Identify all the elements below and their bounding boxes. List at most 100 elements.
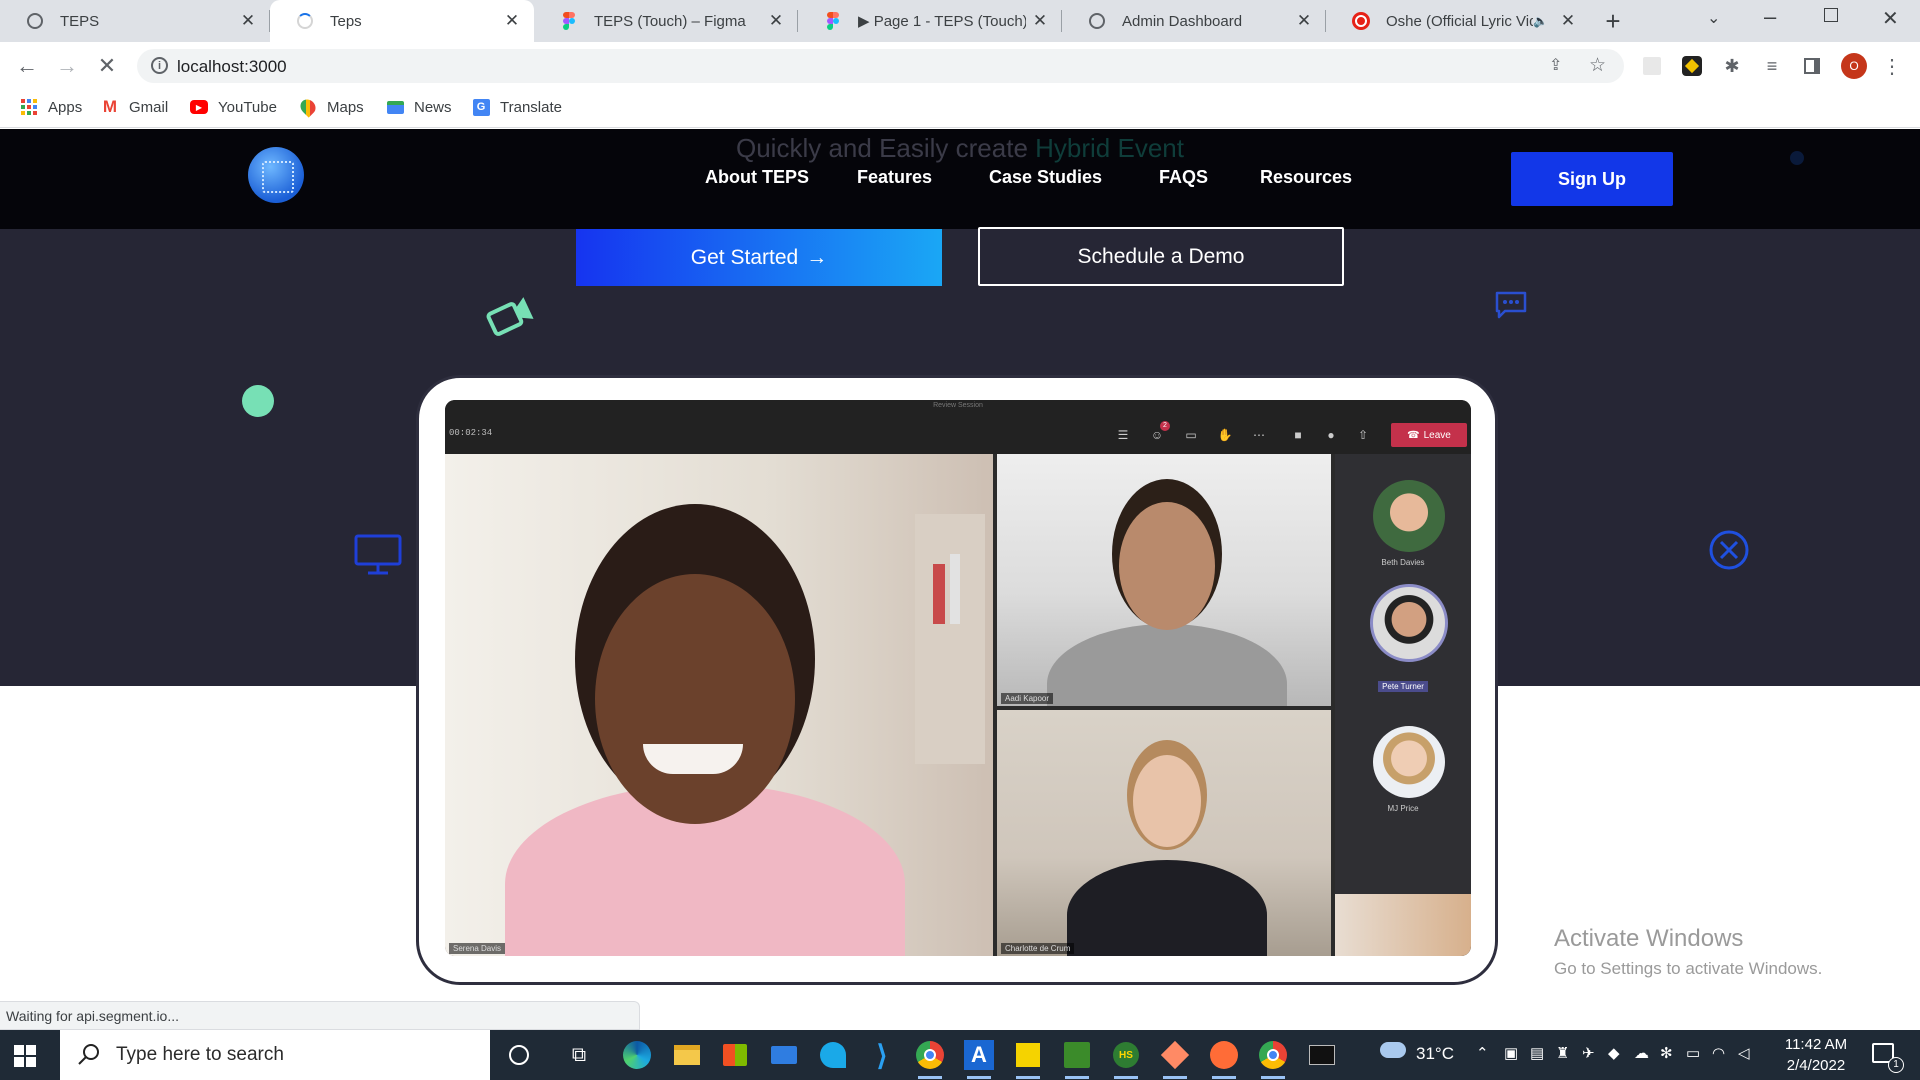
url-text[interactable]: localhost:3000 (177, 57, 287, 77)
signup-button[interactable]: Sign Up (1511, 152, 1673, 206)
taskbar-clock[interactable]: 11:42 AM 2/4/2022 (1760, 1034, 1872, 1076)
leave-call-button[interactable]: ☎ Leave (1391, 423, 1467, 447)
bookmark-star-icon[interactable]: ☆ (1589, 54, 1606, 77)
bookmark-label: Maps (327, 98, 364, 116)
bookmark-gmail[interactable]: M Gmail (101, 97, 168, 116)
close-icon[interactable]: ✕ (762, 11, 790, 31)
onedrive-icon[interactable]: ☁ (1634, 1044, 1649, 1062)
profile-avatar[interactable]: O (1841, 53, 1867, 79)
site-navbar: Quickly and Easily create Hybrid Event A… (0, 129, 1920, 229)
app-a-icon[interactable]: A (963, 1039, 995, 1079)
tray-expand-icon[interactable]: ⌃ (1476, 1044, 1489, 1062)
media-control-icon[interactable]: ≡ (1760, 54, 1784, 78)
share-screen-icon[interactable]: ⇧ (1355, 428, 1371, 442)
get-started-button[interactable]: Get Started → (576, 229, 942, 286)
side-panel-icon[interactable] (1800, 54, 1824, 78)
tab-title: Admin Dashboard (1122, 12, 1243, 30)
share-icon[interactable]: ⇪ (1549, 55, 1562, 75)
chrome-profile-icon[interactable] (1257, 1039, 1289, 1079)
spreadsheet-app-icon[interactable] (1061, 1039, 1093, 1079)
speaker-icon[interactable]: 🔈 (1533, 14, 1548, 28)
minimize-icon[interactable]: – (1764, 4, 1776, 30)
back-arrow-icon[interactable]: ← (11, 50, 43, 82)
avatar-active-speaker[interactable] (1370, 584, 1448, 662)
tray-app-icon[interactable]: ♜ (1556, 1044, 1569, 1062)
address-bar[interactable]: i localhost:3000 ⇪ ☆ (137, 49, 1624, 83)
bookmark-news[interactable]: News (386, 98, 452, 116)
terminal-icon[interactable] (1306, 1039, 1338, 1071)
schedule-demo-button[interactable]: Schedule a Demo (978, 227, 1344, 286)
microphone-icon[interactable]: ● (1323, 428, 1339, 442)
participants-list-icon[interactable]: ☰ (1115, 428, 1131, 442)
site-logo[interactable] (248, 147, 304, 203)
close-icon[interactable]: ✕ (1290, 11, 1318, 31)
avatar[interactable] (1373, 480, 1445, 552)
tray-app-icon[interactable]: ▤ (1530, 1044, 1544, 1062)
bluetooth-icon[interactable]: ✻ (1660, 1044, 1673, 1062)
vscode-icon[interactable]: ⟩ (866, 1039, 898, 1071)
tray-app-icon[interactable]: ▣ (1504, 1044, 1518, 1062)
mail-icon[interactable] (768, 1039, 800, 1071)
close-icon[interactable]: ✕ (498, 11, 526, 31)
temperature[interactable]: 31°C (1416, 1044, 1454, 1064)
git-app-icon[interactable] (1159, 1039, 1191, 1079)
browser-tab[interactable]: TEPS ✕ (0, 0, 270, 42)
tray-app-icon[interactable]: ✈ (1582, 1044, 1595, 1062)
browser-menu-icon[interactable]: ⋮ (1880, 54, 1904, 78)
close-icon[interactable]: ✕ (1026, 11, 1054, 31)
weather-cloud-icon[interactable] (1380, 1042, 1406, 1058)
chat-icon[interactable]: ▭ (1183, 428, 1199, 442)
tab-search-icon[interactable]: ⌄ (1707, 8, 1720, 28)
cortana-icon[interactable] (503, 1039, 535, 1071)
teams-app-icon[interactable] (817, 1039, 849, 1071)
bookmark-youtube[interactable]: ▶ YouTube (190, 98, 277, 116)
edge-icon[interactable] (621, 1039, 653, 1071)
browser-tab[interactable]: Oshe (Official Lyric Vide 🔈 ✕ (1326, 0, 1590, 42)
postman-icon[interactable] (1208, 1039, 1240, 1079)
window-close-icon[interactable]: ✕ (1882, 6, 1899, 31)
tab-title: TEPS (Touch) – Figma (594, 12, 746, 30)
browser-tab[interactable]: ▶ Page 1 - TEPS (Touch) ✕ (798, 0, 1062, 42)
file-explorer-icon[interactable] (671, 1039, 703, 1071)
bookmark-maps[interactable]: Maps (297, 96, 364, 118)
translate-icon: G (472, 98, 490, 116)
taskbar-search-box[interactable]: Type here to search (60, 1030, 490, 1080)
sticky-notes-icon[interactable] (1012, 1039, 1044, 1079)
raise-hand-icon[interactable]: ✋ (1217, 428, 1233, 442)
browser-tab[interactable]: TEPS (Touch) – Figma ✕ (534, 0, 798, 42)
nav-faqs[interactable]: FAQS (1159, 167, 1208, 188)
wifi-icon[interactable]: ◠ (1712, 1044, 1725, 1062)
avatar[interactable] (1373, 726, 1445, 798)
windows-start-icon[interactable] (14, 1045, 36, 1067)
bookmark-translate[interactable]: G Translate (472, 98, 562, 116)
nav-features[interactable]: Features (857, 167, 932, 188)
more-options-icon[interactable]: ⋯ (1251, 428, 1267, 442)
nav-resources[interactable]: Resources (1260, 167, 1352, 188)
extension-cube-icon[interactable] (1680, 54, 1704, 78)
browser-tab[interactable]: Admin Dashboard ✕ (1062, 0, 1326, 42)
stop-loading-icon[interactable]: ✕ (91, 50, 123, 82)
extensions-puzzle-icon[interactable]: ✱ (1720, 54, 1744, 78)
extension-placeholder-icon[interactable] (1640, 54, 1664, 78)
hs-app-icon[interactable]: HS (1110, 1039, 1142, 1079)
forward-arrow-icon[interactable]: → (51, 50, 83, 82)
battery-icon[interactable]: ▭ (1686, 1044, 1700, 1062)
leave-label: Leave (1423, 429, 1451, 441)
microsoft-store-icon[interactable] (719, 1039, 751, 1071)
restore-icon[interactable] (1824, 8, 1838, 22)
nav-case-studies[interactable]: Case Studies (989, 167, 1102, 188)
site-info-icon[interactable]: i (151, 57, 168, 74)
volume-icon[interactable]: ◁ (1738, 1044, 1750, 1062)
close-icon[interactable]: ✕ (234, 11, 262, 31)
task-view-icon[interactable]: ⧉ (563, 1039, 595, 1071)
chrome-icon[interactable] (914, 1039, 946, 1079)
camera-icon[interactable]: ■ (1290, 428, 1306, 442)
new-tab-button[interactable]: + (1598, 6, 1628, 36)
roster-name-active: Pete Turner (1335, 681, 1471, 692)
nav-about[interactable]: About TEPS (705, 167, 809, 188)
bookmark-apps[interactable]: Apps (20, 98, 82, 116)
close-icon[interactable]: ✕ (1554, 11, 1582, 31)
tray-app-icon[interactable]: ◆ (1608, 1044, 1620, 1062)
browser-tab-active[interactable]: Teps ✕ (270, 0, 534, 42)
watermark-subtitle: Go to Settings to activate Windows. (1554, 959, 1823, 978)
